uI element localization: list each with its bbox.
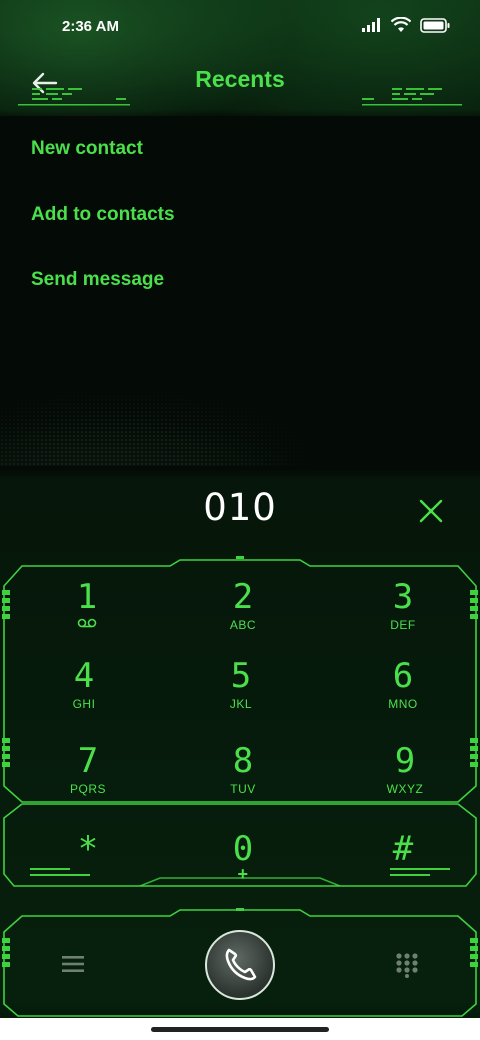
key-hash[interactable]: #: [338, 830, 468, 902]
header: Recents: [0, 56, 480, 114]
status-time: 2:36 AM: [62, 18, 119, 35]
key-8[interactable]: 8 TUV: [178, 742, 308, 814]
key-letters: +: [237, 864, 249, 884]
wifi-icon: [391, 17, 411, 32]
key-digit: 9: [394, 741, 416, 781]
key-letters: GHI: [72, 697, 96, 711]
key-6[interactable]: 6 MNO: [338, 657, 468, 729]
status-bar: 2:36 AM: [0, 0, 480, 56]
menu-item-add-to-contacts[interactable]: Add to contacts: [31, 204, 175, 226]
recents-menu: New contact Add to contacts Send message: [0, 116, 480, 466]
dialpad-grid-icon[interactable]: [394, 952, 420, 978]
menu-icon[interactable]: [60, 954, 86, 974]
key-1[interactable]: 1: [22, 578, 152, 650]
key-5[interactable]: 5 JKL: [176, 657, 306, 729]
key-digit: 1: [76, 577, 98, 617]
key-star[interactable]: *: [23, 830, 153, 902]
background-dot-pattern: [0, 346, 480, 466]
key-digit: 7: [77, 741, 99, 781]
phone-handset-icon: [225, 948, 257, 981]
hud-decoration-right: [362, 88, 462, 106]
number-row: 010: [0, 476, 480, 546]
key-2[interactable]: 2 ABC: [178, 578, 308, 650]
key-digit: 3: [392, 577, 414, 617]
key-7[interactable]: 7 PQRS: [23, 742, 153, 814]
bottom-action-bar: [0, 908, 480, 1020]
key-digit: #: [392, 829, 414, 869]
menu-item-new-contact[interactable]: New contact: [31, 138, 143, 160]
key-letters: JKL: [229, 697, 253, 711]
key-digit: 5: [230, 656, 252, 696]
key-digit: 0: [232, 829, 254, 869]
hud-decoration-left: [18, 88, 130, 106]
key-digit: 2: [232, 577, 254, 617]
status-icons: [362, 17, 450, 33]
key-digit: 4: [73, 656, 95, 696]
key-0[interactable]: 0 +: [178, 830, 308, 902]
key-digit: *: [77, 829, 99, 869]
cellular-signal-icon: [362, 18, 380, 32]
dialed-number: 010: [203, 486, 277, 529]
clear-x-icon[interactable]: [414, 494, 448, 528]
key-letters: TUV: [230, 782, 256, 796]
key-digit: 6: [392, 656, 414, 696]
key-letters: MNO: [388, 697, 418, 711]
key-letters: WXYZ: [386, 782, 424, 796]
menu-item-send-message[interactable]: Send message: [31, 269, 164, 291]
key-4[interactable]: 4 GHI: [19, 657, 149, 729]
call-button[interactable]: [205, 930, 275, 1000]
key-letters: ABC: [229, 618, 257, 632]
key-3[interactable]: 3 DEF: [338, 578, 468, 650]
key-letters: PQRS: [69, 782, 106, 796]
key-letters: DEF: [390, 618, 416, 632]
battery-icon: [420, 17, 450, 33]
key-digit: 8: [232, 741, 254, 781]
home-indicator[interactable]: [151, 1027, 329, 1032]
dialer-screen: 2:36 AM Recents New contact Add to conta…: [0, 0, 480, 1040]
key-9[interactable]: 9 WXYZ: [340, 742, 470, 814]
voicemail-icon: [77, 618, 97, 628]
